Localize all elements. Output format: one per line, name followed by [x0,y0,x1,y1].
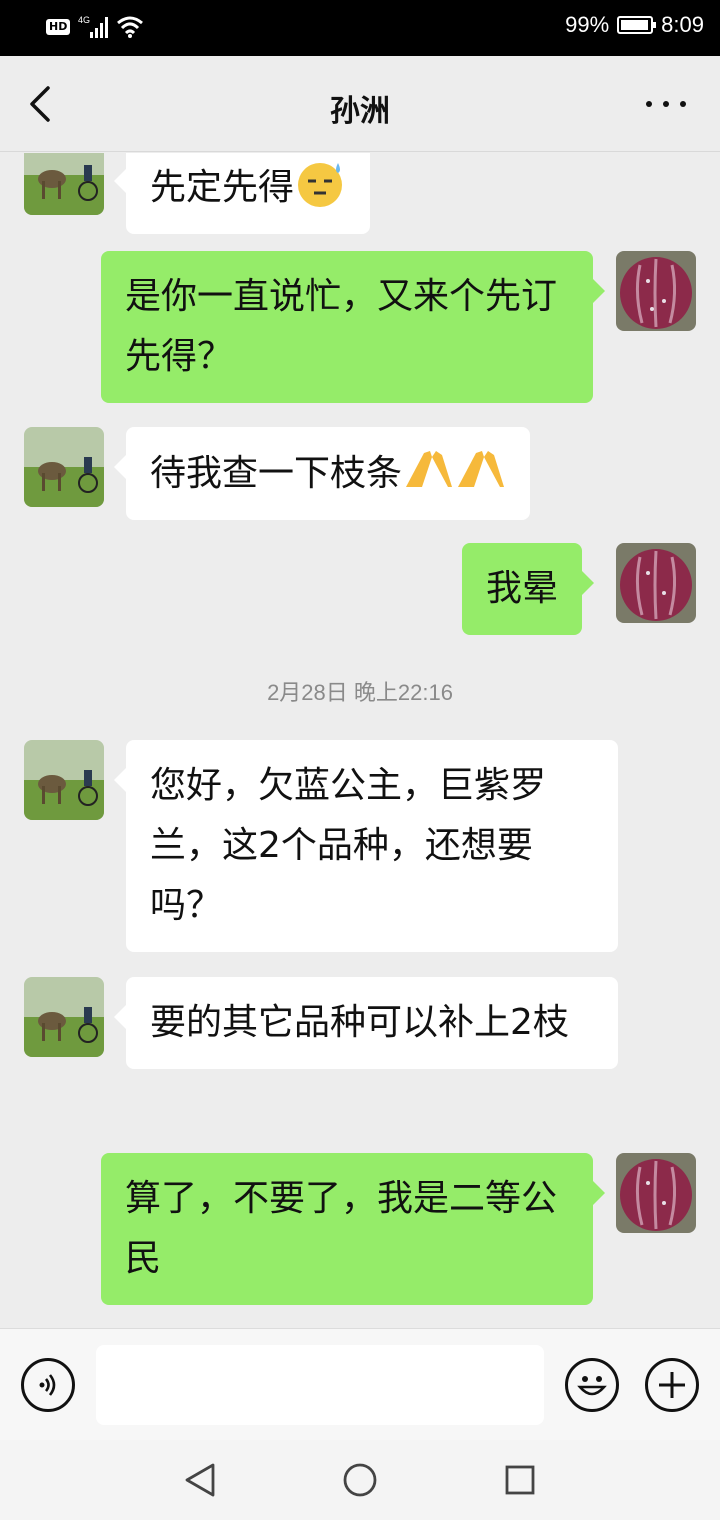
timestamp-separator: 2月28日 晚上22:16 [267,680,453,705]
contact-avatar[interactable] [24,740,104,820]
message-text: 先定先得 [150,167,295,208]
smiley-icon [577,1376,607,1396]
message-bubble-incoming[interactable]: 待我查一下枝条 [113,427,531,520]
status-bar: HD 4G 99% 8:09 [0,0,720,56]
nav-back-button[interactable] [180,1460,220,1500]
message-text: 您好，欠蓝公主，巨紫罗兰，这2个品种，还想要吗？ [150,765,547,926]
message-bubble-outgoing[interactable]: 我晕 [462,543,595,635]
message-text: 算了，不要了，我是二等公民 [125,1178,558,1279]
contact-avatar[interactable] [24,977,104,1057]
message-text: 待我查一下枝条 [150,453,403,494]
battery-icon [617,16,657,34]
avatar-horse-image [24,153,104,215]
signal-icon: 4G [78,15,109,38]
avatar-fig-image [616,251,696,331]
network-type: 4G [78,15,90,25]
message-list[interactable]: 先定先得 是你一直说忙，又来个先订先得？ 待我查一下枝条 我晕 2月28日 晚上… [0,153,720,1328]
clock: 8:09 [661,12,704,37]
nav-home-button[interactable] [340,1460,380,1500]
message-bubble-outgoing[interactable]: 算了，不要了，我是二等公民 [101,1153,605,1305]
plus-icon [659,1372,685,1398]
my-avatar[interactable] [616,251,696,331]
message-bubble-incoming[interactable]: 您好，欠蓝公主，巨紫罗兰，这2个品种，还想要吗？ [114,740,618,952]
folded-hands-emoji-icon [406,451,505,487]
input-bar [0,1328,720,1440]
message-text: 我晕 [486,568,559,609]
avatar-fig-image [616,1153,696,1233]
chat-header: 孙洲 [0,56,720,152]
message-text: 是你一直说忙，又来个先订先得？ [125,276,558,377]
voice-icon [39,1374,56,1396]
message-text: 要的其它品种可以补上2枝 [150,1002,569,1043]
message-bubble-incoming[interactable]: 先定先得 [113,153,371,234]
message-bubble-outgoing[interactable]: 是你一直说忙，又来个先订先得？ [101,251,605,403]
avatar-horse-image [24,427,104,507]
my-avatar[interactable] [616,1153,696,1233]
circle-home-icon [343,1463,377,1497]
cold-sweat-emoji-icon [298,163,343,207]
avatar-horse-image [24,977,104,1057]
system-nav-bar [0,1440,720,1520]
my-avatar[interactable] [616,543,696,623]
chat-title: 孙洲 [330,94,390,129]
contact-avatar[interactable] [24,427,104,507]
status-left: HD 4G [46,14,144,40]
nav-recent-button[interactable] [500,1460,540,1500]
message-input[interactable] [96,1345,544,1425]
avatar-horse-image [24,740,104,820]
battery-percent: 99% [565,12,610,37]
message-bubble-incoming[interactable]: 要的其它品种可以补上2枝 [114,977,618,1069]
hd-badge: HD [46,19,71,35]
plus-button[interactable] [645,1358,699,1412]
contact-avatar[interactable] [24,153,104,215]
more-button[interactable] [646,92,686,116]
triangle-back-icon [185,1463,215,1497]
more-dots-icon [646,101,652,107]
status-right: 99% 8:09 [565,12,704,38]
square-recent-icon [505,1465,535,1495]
voice-button[interactable] [21,1358,75,1412]
wifi-icon [117,16,144,38]
avatar-fig-image [616,543,696,623]
emoji-button[interactable] [565,1358,619,1412]
